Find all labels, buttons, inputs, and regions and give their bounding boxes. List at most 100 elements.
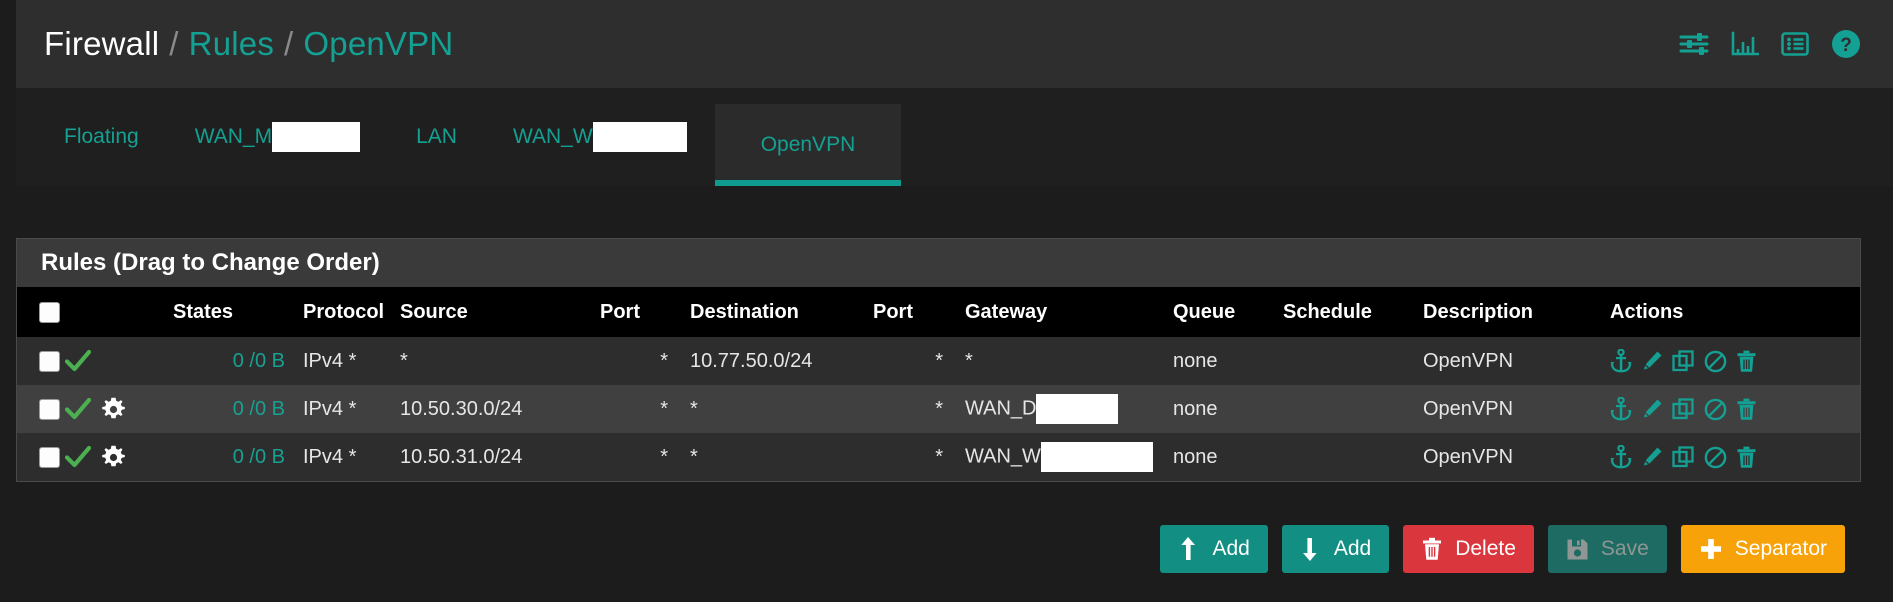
help-icon[interactable]: ? — [1831, 29, 1861, 59]
plus-icon — [1699, 537, 1723, 561]
anchor-icon[interactable] — [1610, 349, 1632, 373]
delete-trash-icon[interactable] — [1736, 398, 1757, 421]
row-protocol: IPv4 * — [303, 349, 357, 372]
sliders-icon[interactable] — [1679, 31, 1709, 57]
row-source-port: * — [660, 349, 668, 372]
rules-table: States Protocol Source Port Destination … — [17, 287, 1860, 481]
tab-wan-m[interactable]: WAN_M — [167, 88, 388, 186]
header-queue: Queue — [1173, 300, 1236, 323]
copy-icon[interactable] — [1672, 349, 1695, 373]
button-label: Separator — [1734, 537, 1827, 560]
table-row[interactable]: 0 /0 B IPv4 * * * 10.77.50.0/24 * * none… — [17, 337, 1860, 385]
action-icon-group — [1610, 445, 1860, 469]
row-actions — [1588, 337, 1860, 385]
disable-ban-icon[interactable] — [1704, 446, 1727, 469]
edit-pencil-icon[interactable] — [1641, 446, 1663, 469]
row-source-port: * — [660, 397, 668, 420]
table-row[interactable]: 0 /0 B IPv4 * 10.50.31.0/24 * * * WAN_W … — [17, 433, 1860, 481]
row-states[interactable]: 0 /0 B — [173, 385, 285, 433]
anchor-icon[interactable] — [1610, 445, 1632, 469]
row-description: OpenVPN — [1423, 445, 1514, 468]
row-status-cell — [63, 385, 173, 433]
delete-trash-icon[interactable] — [1736, 350, 1757, 373]
tab-openvpn[interactable]: OpenVPN — [714, 104, 902, 186]
tab-wan-w[interactable]: WAN_W — [485, 88, 715, 186]
edit-pencil-icon[interactable] — [1641, 398, 1663, 421]
add-button-up[interactable]: Add — [1160, 525, 1268, 573]
firewall-rules-page: Firewall / Rules / OpenVPN ? Floating WA… — [0, 0, 1893, 602]
interface-tabstrip: Floating WAN_M LAN WAN_W OpenVPN — [16, 88, 1893, 186]
row-destination: * — [690, 397, 698, 420]
tab-lan[interactable]: LAN — [388, 88, 485, 186]
row-checkbox[interactable] — [39, 398, 60, 420]
arrow-down-icon — [1302, 538, 1317, 561]
arrow-up-icon — [1178, 536, 1200, 562]
breadcrumb: Firewall / Rules / OpenVPN — [44, 25, 453, 63]
anchor-icon[interactable] — [1610, 397, 1632, 421]
list-icon[interactable] — [1781, 31, 1809, 57]
row-checkbox[interactable] — [39, 446, 60, 468]
row-queue: none — [1173, 349, 1218, 372]
page-header: Firewall / Rules / OpenVPN ? — [16, 0, 1893, 88]
panel-title: Rules (Drag to Change Order) — [17, 239, 1860, 287]
disable-ban-icon[interactable] — [1704, 350, 1727, 373]
row-select-cell — [17, 385, 63, 433]
gateway-value: WAN_W — [965, 445, 1041, 468]
table-row[interactable]: 0 /0 B IPv4 * 10.50.30.0/24 * * * WAN_D … — [17, 385, 1860, 433]
row-select-cell — [17, 337, 63, 385]
svg-text:?: ? — [1840, 35, 1852, 56]
status-icons — [63, 445, 173, 470]
breadcrumb-section-rules[interactable]: Rules — [189, 25, 274, 63]
breadcrumb-separator-2: / — [284, 25, 294, 62]
separator-button[interactable]: Separator — [1680, 525, 1845, 573]
save-floppy-icon — [1566, 538, 1589, 561]
row-gateway: * — [943, 337, 1173, 385]
delete-trash-icon[interactable] — [1736, 446, 1757, 469]
row-states[interactable]: 0 /0 B — [173, 433, 285, 481]
disable-ban-icon[interactable] — [1704, 398, 1727, 421]
edit-pencil-icon[interactable] — [1641, 350, 1663, 373]
row-schedule — [1283, 337, 1423, 385]
save-button[interactable]: Save — [1547, 525, 1667, 573]
row-destination: * — [690, 445, 698, 468]
delete-button[interactable]: Delete — [1403, 525, 1534, 573]
copy-icon[interactable] — [1672, 397, 1695, 421]
row-source-port: * — [660, 445, 668, 468]
row-select-cell — [17, 433, 63, 481]
bar-chart-icon[interactable] — [1731, 31, 1759, 57]
row-checkbox[interactable] — [39, 350, 60, 372]
button-label: Add — [1212, 537, 1250, 560]
row-actions — [1588, 385, 1860, 433]
pass-check-icon — [65, 445, 91, 468]
breadcrumb-separator-1: / — [169, 25, 179, 62]
row-states[interactable]: 0 /0 B — [173, 337, 285, 385]
row-queue: none — [1173, 445, 1218, 468]
header-destination: Destination — [690, 300, 799, 323]
row-destination: 10.77.50.0/24 — [690, 349, 813, 372]
select-all-checkbox[interactable] — [39, 301, 60, 323]
row-status-cell — [63, 433, 173, 481]
rules-table-head: States Protocol Source Port Destination … — [17, 287, 1860, 337]
add-button-down[interactable]: Add — [1281, 525, 1390, 573]
tab-floating[interactable]: Floating — [36, 88, 167, 186]
row-source: * — [400, 349, 408, 372]
tab-label: OpenVPN — [760, 133, 856, 156]
header-gateway: Gateway — [965, 300, 1048, 323]
breadcrumb-page-openvpn[interactable]: OpenVPN — [303, 25, 453, 63]
header-description: Description — [1423, 300, 1534, 323]
button-label: Save — [1600, 537, 1649, 560]
row-protocol: IPv4 * — [303, 445, 357, 468]
row-schedule — [1283, 433, 1423, 481]
table-header-row: States Protocol Source Port Destination … — [17, 287, 1860, 337]
row-dest-port: * — [935, 349, 943, 372]
copy-icon[interactable] — [1672, 445, 1695, 469]
trash-icon — [1423, 537, 1442, 560]
button-label: Add — [1333, 537, 1372, 560]
arrow-down-icon — [1300, 536, 1322, 562]
rules-panel: Rules (Drag to Change Order) States Prot… — [16, 238, 1861, 482]
rules-action-bar: Add Add Delete Save Separator — [16, 520, 1861, 578]
row-gateway: WAN_W — [943, 433, 1173, 481]
header-protocol: Protocol — [303, 300, 385, 323]
row-source: 10.50.31.0/24 — [400, 445, 523, 468]
tab-label: WAN_W — [512, 125, 593, 148]
